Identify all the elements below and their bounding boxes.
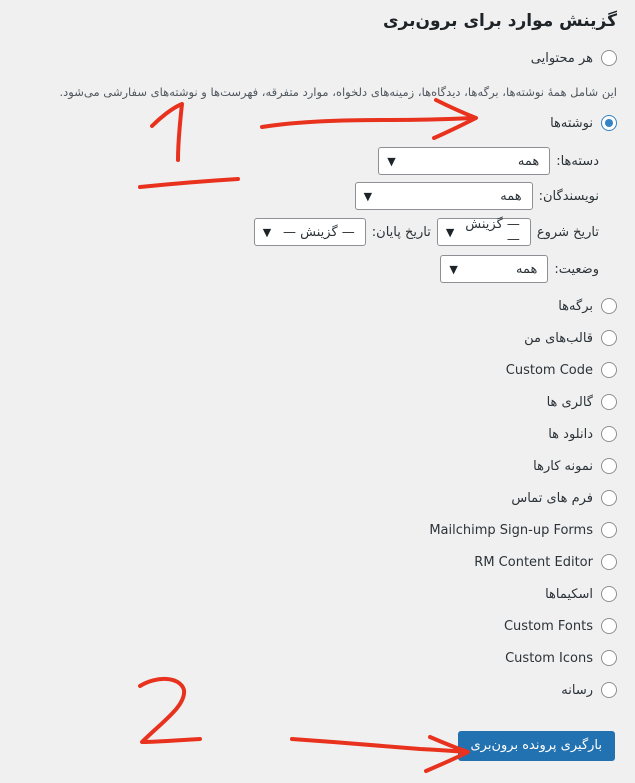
radio-downloads[interactable] bbox=[601, 426, 617, 442]
radio-my-templates[interactable] bbox=[601, 330, 617, 346]
filter-status-label: وضعیت: bbox=[554, 261, 599, 277]
radio-custom-fonts[interactable] bbox=[601, 618, 617, 634]
filter-end-date-label: تاریخ پایان: bbox=[371, 224, 431, 240]
radio-posts[interactable] bbox=[601, 115, 617, 131]
option-label: اسکیماها bbox=[545, 586, 593, 602]
radio-rm-content-editor[interactable] bbox=[601, 554, 617, 570]
authors-select-value: همه bbox=[500, 188, 522, 204]
filter-start-date-label: تاریخ شروع bbox=[536, 224, 599, 240]
option-mailchimp[interactable]: Mailchimp Sign-up Forms bbox=[429, 522, 617, 538]
status-select-value: همه bbox=[516, 261, 538, 277]
option-custom-icons[interactable]: Custom Icons bbox=[505, 650, 617, 666]
option-galleries[interactable]: گالری ها bbox=[547, 394, 617, 410]
start-date-select-value: — گزینش — bbox=[465, 217, 520, 247]
radio-schemas[interactable] bbox=[601, 586, 617, 602]
end-date-select[interactable]: — گزینش — ▼ bbox=[253, 218, 366, 246]
option-pages[interactable]: برگه‌ها bbox=[558, 298, 617, 314]
categories-select-value: همه bbox=[517, 153, 540, 169]
option-media[interactable]: رسانه bbox=[561, 682, 617, 698]
filter-authors-label: نویسندگان: bbox=[538, 188, 599, 204]
radio-custom-icons[interactable] bbox=[601, 650, 617, 666]
option-contact-forms[interactable]: فرم های تماس bbox=[511, 490, 617, 506]
option-schemas[interactable]: اسکیماها bbox=[545, 586, 617, 602]
option-portfolio[interactable]: نمونه کارها bbox=[533, 458, 617, 474]
status-select[interactable]: همه ▼ bbox=[440, 255, 549, 283]
radio-pages[interactable] bbox=[601, 298, 617, 314]
start-date-select[interactable]: — گزینش — ▼ bbox=[436, 217, 531, 247]
option-posts-label: نوشته‌ها bbox=[550, 115, 593, 131]
option-label: Custom Code bbox=[505, 362, 593, 378]
radio-media[interactable] bbox=[601, 682, 617, 698]
export-panel: گزینش موارد برای برون‌بری هر محتوایی این… bbox=[0, 0, 635, 783]
filter-dates: تاریخ شروع — گزینش — ▼ تاریخ پایان: — گز… bbox=[253, 217, 599, 247]
option-label: برگه‌ها bbox=[558, 298, 593, 314]
option-rm-content-editor[interactable]: RM Content Editor bbox=[474, 554, 617, 570]
option-downloads[interactable]: دانلود ها bbox=[548, 426, 617, 442]
option-posts[interactable]: نوشته‌ها bbox=[550, 115, 617, 131]
categories-select[interactable]: همه ▼ bbox=[378, 147, 551, 175]
filter-status: وضعیت: همه ▼ bbox=[440, 255, 599, 283]
end-date-select-value: — گزینش — bbox=[283, 224, 355, 240]
option-label: رسانه bbox=[561, 682, 593, 698]
chevron-down-icon: ▼ bbox=[363, 189, 373, 203]
option-all-content[interactable]: هر محتوایی bbox=[531, 50, 617, 66]
chevron-down-icon: ▼ bbox=[387, 154, 396, 168]
option-my-templates[interactable]: قالب‌های من bbox=[524, 330, 617, 346]
filter-categories: دسته‌ها: همه ▼ bbox=[378, 147, 599, 175]
radio-all-content[interactable] bbox=[601, 50, 617, 66]
chevron-down-icon: ▼ bbox=[262, 225, 272, 239]
option-label: Custom Fonts bbox=[503, 618, 593, 634]
option-label: قالب‌های من bbox=[524, 330, 593, 346]
radio-custom-code[interactable] bbox=[601, 362, 617, 378]
option-label: فرم های تماس bbox=[511, 490, 593, 506]
option-custom-fonts[interactable]: Custom Fonts bbox=[504, 618, 617, 634]
radio-mailchimp[interactable] bbox=[601, 522, 617, 538]
option-label: گالری ها bbox=[546, 394, 593, 410]
download-export-file-button[interactable]: بارگیری پرونده برون‌بری bbox=[457, 731, 615, 761]
chevron-down-icon: ▼ bbox=[445, 225, 455, 239]
filter-authors: نویسندگان: همه ▼ bbox=[354, 182, 599, 210]
filter-categories-label: دسته‌ها: bbox=[556, 153, 599, 169]
all-content-description: این شامل همهٔ نوشته‌ها، برگه‌ها، دیدگاه‌… bbox=[59, 85, 617, 99]
option-label: RM Content Editor bbox=[474, 554, 593, 570]
option-all-content-label: هر محتوایی bbox=[530, 50, 593, 66]
chevron-down-icon: ▼ bbox=[449, 262, 458, 276]
option-label: Custom Icons bbox=[505, 650, 593, 666]
authors-select[interactable]: همه ▼ bbox=[354, 182, 533, 210]
radio-galleries[interactable] bbox=[601, 394, 617, 410]
option-label: نمونه کارها bbox=[533, 458, 593, 474]
option-label: دانلود ها bbox=[548, 426, 593, 442]
page-title: گزینش موارد برای برون‌بری bbox=[382, 11, 617, 31]
option-custom-code[interactable]: Custom Code bbox=[506, 362, 617, 378]
option-label: Mailchimp Sign-up Forms bbox=[429, 522, 593, 538]
radio-contact-forms[interactable] bbox=[601, 490, 617, 506]
radio-portfolio[interactable] bbox=[601, 458, 617, 474]
